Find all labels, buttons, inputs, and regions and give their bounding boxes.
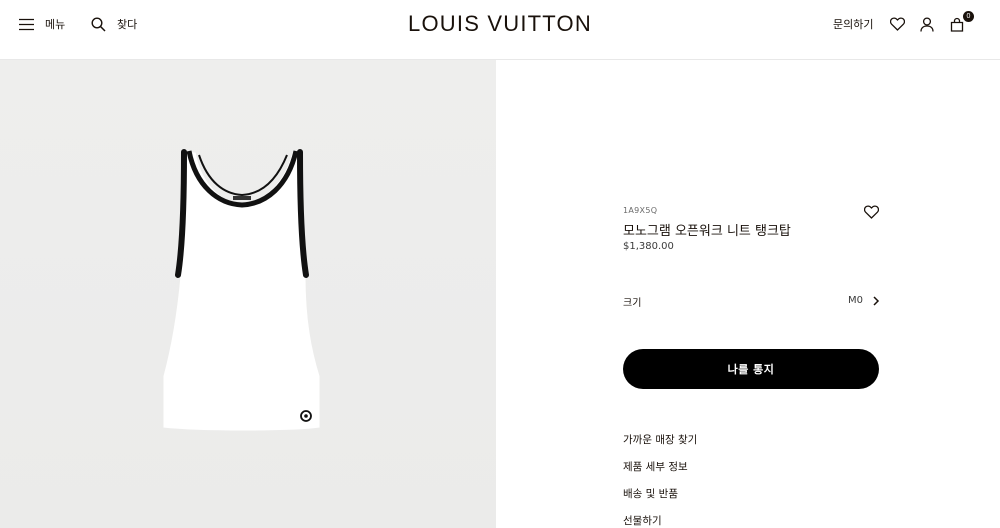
account-button[interactable] xyxy=(918,14,936,34)
wishlist-button[interactable] xyxy=(888,14,906,34)
contact-label: 문의하기 xyxy=(833,18,874,31)
product-price: $1,380.00 xyxy=(623,241,674,252)
cart-count-badge: 0 xyxy=(963,11,974,22)
chevron-right-icon xyxy=(872,293,880,312)
gift-link[interactable]: 선물하기 xyxy=(623,513,662,528)
size-selector[interactable]: 크기 M0 xyxy=(623,293,880,309)
user-icon xyxy=(918,15,936,33)
notify-me-button[interactable]: 나를 통지 xyxy=(623,349,879,389)
product-image xyxy=(162,149,321,432)
size-label: 크기 xyxy=(623,298,642,309)
shipping-returns-link[interactable]: 배송 및 반품 xyxy=(623,486,678,501)
product-image-panel xyxy=(0,60,496,528)
find-store-link[interactable]: 가까운 매장 찾기 xyxy=(623,432,697,447)
heart-icon xyxy=(888,15,906,33)
heart-icon xyxy=(863,204,880,223)
contact-link[interactable]: 문의하기 xyxy=(833,14,873,34)
site-header: 메뉴 찾다 LOUIS VUITTON 문의하기 0 xyxy=(0,0,1000,60)
product-sku: 1A9X5Q xyxy=(623,206,658,215)
size-value: M0 xyxy=(848,295,863,306)
add-to-wishlist-button[interactable] xyxy=(863,204,880,223)
product-details-link[interactable]: 제품 세부 정보 xyxy=(623,459,688,474)
product-title: 모노그램 오픈워크 니트 탱크탑 xyxy=(623,224,791,239)
